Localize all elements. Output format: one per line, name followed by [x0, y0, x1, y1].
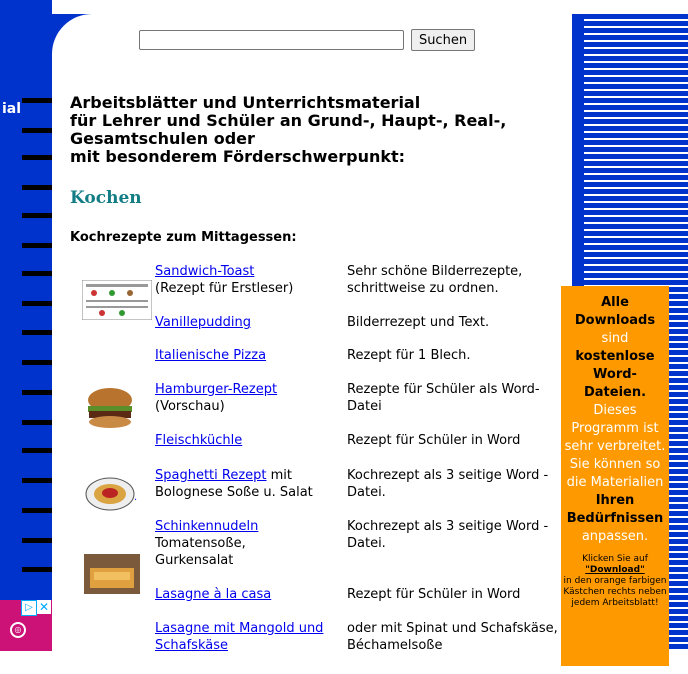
recipe-extra: (Vorschau): [155, 399, 225, 414]
promo-line: Word-: [593, 367, 637, 382]
recipe-description: Rezepte für Schüler als Word-Datei: [347, 382, 540, 414]
nav-tick: [22, 301, 52, 306]
spaghetti-image[interactable]: .: [84, 474, 142, 514]
recipe-link[interactable]: Lasagne à la casa: [155, 587, 271, 602]
recipe-description: Rezept für 1 Blech.: [347, 348, 471, 363]
recipe-extra: Tomatensoße, Gurkensalat: [155, 536, 246, 568]
nav-tick: [22, 420, 52, 425]
recipe-link[interactable]: Sandwich-Toast: [155, 264, 254, 279]
recipe-link[interactable]: Vanillepudding: [155, 315, 251, 330]
recipe-item: Italienische Pizza: [155, 347, 345, 364]
recipe-description: Rezept für Schüler in Word: [347, 433, 521, 448]
close-icon[interactable]: ✕: [37, 600, 51, 614]
promo-line: kostenlose: [575, 349, 655, 364]
left-nav-strip: ial: [0, 0, 52, 600]
nav-tick: [22, 567, 52, 572]
adchoices-icon[interactable]: ▷: [21, 600, 37, 616]
promo-hint-line: in den orange farbigen Kästchen rechts n…: [563, 576, 667, 608]
recipe-item: Vanillepudding: [155, 314, 345, 331]
nav-tick: [22, 538, 52, 543]
promo-line: anpassen.: [581, 529, 649, 544]
recipe-item: Lasagne mit Mangold und Schafskäse: [155, 620, 345, 654]
recipe-extra: Bolognese Soße u. Salat: [155, 485, 313, 500]
nav-tick: [22, 213, 52, 218]
heading-line: für Lehrer und Schüler an Grund-, Haupt-…: [70, 111, 507, 130]
recipe-link[interactable]: Lasagne mit Mangold und Schafskäse: [155, 621, 323, 653]
recipe-description: Rezept für Schüler in Word: [347, 587, 521, 602]
recipe-link[interactable]: Schinkennudeln: [155, 519, 258, 534]
recipe-link[interactable]: Fleischküchle: [155, 433, 242, 448]
promo-line: Dateien.: [583, 385, 647, 400]
promo-hint: Klicken Sie auf "Download" in den orange…: [561, 554, 669, 609]
search-button[interactable]: Suchen: [411, 29, 475, 51]
recipe-item: Schinkennudeln Tomatensoße, Gurkensalat: [155, 518, 315, 569]
nav-tick: [22, 448, 52, 453]
recipe-description: Sehr schöne Bilderrezepte, schrittweise …: [347, 264, 523, 296]
promo-line: Ihren Bedürfnissen: [566, 493, 664, 526]
nav-tick: [22, 330, 52, 335]
recipe-extra-inline: mit: [266, 468, 293, 483]
promo-hint-line: Klicken Sie auf: [582, 554, 648, 564]
nav-tick: [22, 478, 52, 483]
recipe-item: Sandwich-Toast (Rezept für Erstleser): [155, 263, 345, 297]
section-title: Kochen: [70, 188, 142, 208]
download-info-box: Alle Downloads sind kostenlose Word- Dat…: [561, 286, 669, 666]
recipe-item: Lasagne à la casa: [155, 586, 345, 603]
top-band: [52, 0, 688, 14]
ad-info-icon[interactable]: ◎: [10, 622, 26, 638]
page-heading: Arbeitsblätter und Unterrichtsmaterial f…: [70, 94, 570, 166]
recipe-description: Kochrezept als 3 seitige Word - Datei.: [347, 519, 549, 551]
heading-line: mit besonderem Förderschwerpunkt:: [70, 147, 406, 166]
schinkennudeln-image[interactable]: [84, 554, 140, 594]
nav-tick: [22, 98, 52, 103]
subheading: Kochrezepte zum Mittagessen:: [70, 230, 297, 245]
panel-corner: [52, 14, 92, 54]
nav-tick: [22, 508, 52, 513]
nav-tick: [22, 360, 52, 365]
recipe-item: Hamburger-Rezept (Vorschau): [155, 381, 345, 415]
nav-tick: [22, 390, 52, 395]
hamburger-image[interactable]: [84, 386, 136, 430]
recipe-description: oder mit Spinat und Schafskäse, Béchamel…: [347, 621, 558, 653]
svg-text:.: .: [134, 492, 137, 503]
recipe-link[interactable]: Spaghetti Rezept: [155, 468, 267, 483]
promo-line: Dieses Programm ist sehr verbreitet. Sie…: [564, 403, 666, 490]
promo-line: Downloads: [574, 313, 656, 328]
promo-line: sind: [601, 331, 629, 346]
nav-tick: [22, 128, 52, 133]
sandwich-worksheet-thumbnail[interactable]: [82, 280, 152, 320]
recipe-item: Spaghetti Rezept mit Bolognese Soße u. S…: [155, 467, 345, 501]
recipe-description: Kochrezept als 3 seitige Word - Datei.: [347, 468, 549, 500]
promo-line: Alle: [601, 295, 629, 310]
nav-tick: [22, 271, 52, 276]
recipe-item: Fleischküchle: [155, 432, 345, 449]
heading-line: Gesamtschulen oder: [70, 129, 255, 148]
recipe-extra: (Rezept für Erstleser): [155, 281, 294, 296]
recipe-link[interactable]: Hamburger-Rezept: [155, 382, 277, 397]
nav-tick: [22, 185, 52, 190]
heading-line: Arbeitsblätter und Unterrichtsmaterial: [70, 93, 421, 112]
download-link[interactable]: "Download": [585, 565, 645, 575]
search-input[interactable]: [139, 30, 404, 50]
recipe-link[interactable]: Italienische Pizza: [155, 348, 266, 363]
left-nav-label[interactable]: ial: [2, 101, 21, 117]
nav-tick: [22, 243, 52, 248]
recipe-description: Bilderrezept und Text.: [347, 315, 490, 330]
ad-banner[interactable]: ▷ ✕ ◎: [0, 600, 52, 651]
nav-tick: [22, 155, 52, 160]
